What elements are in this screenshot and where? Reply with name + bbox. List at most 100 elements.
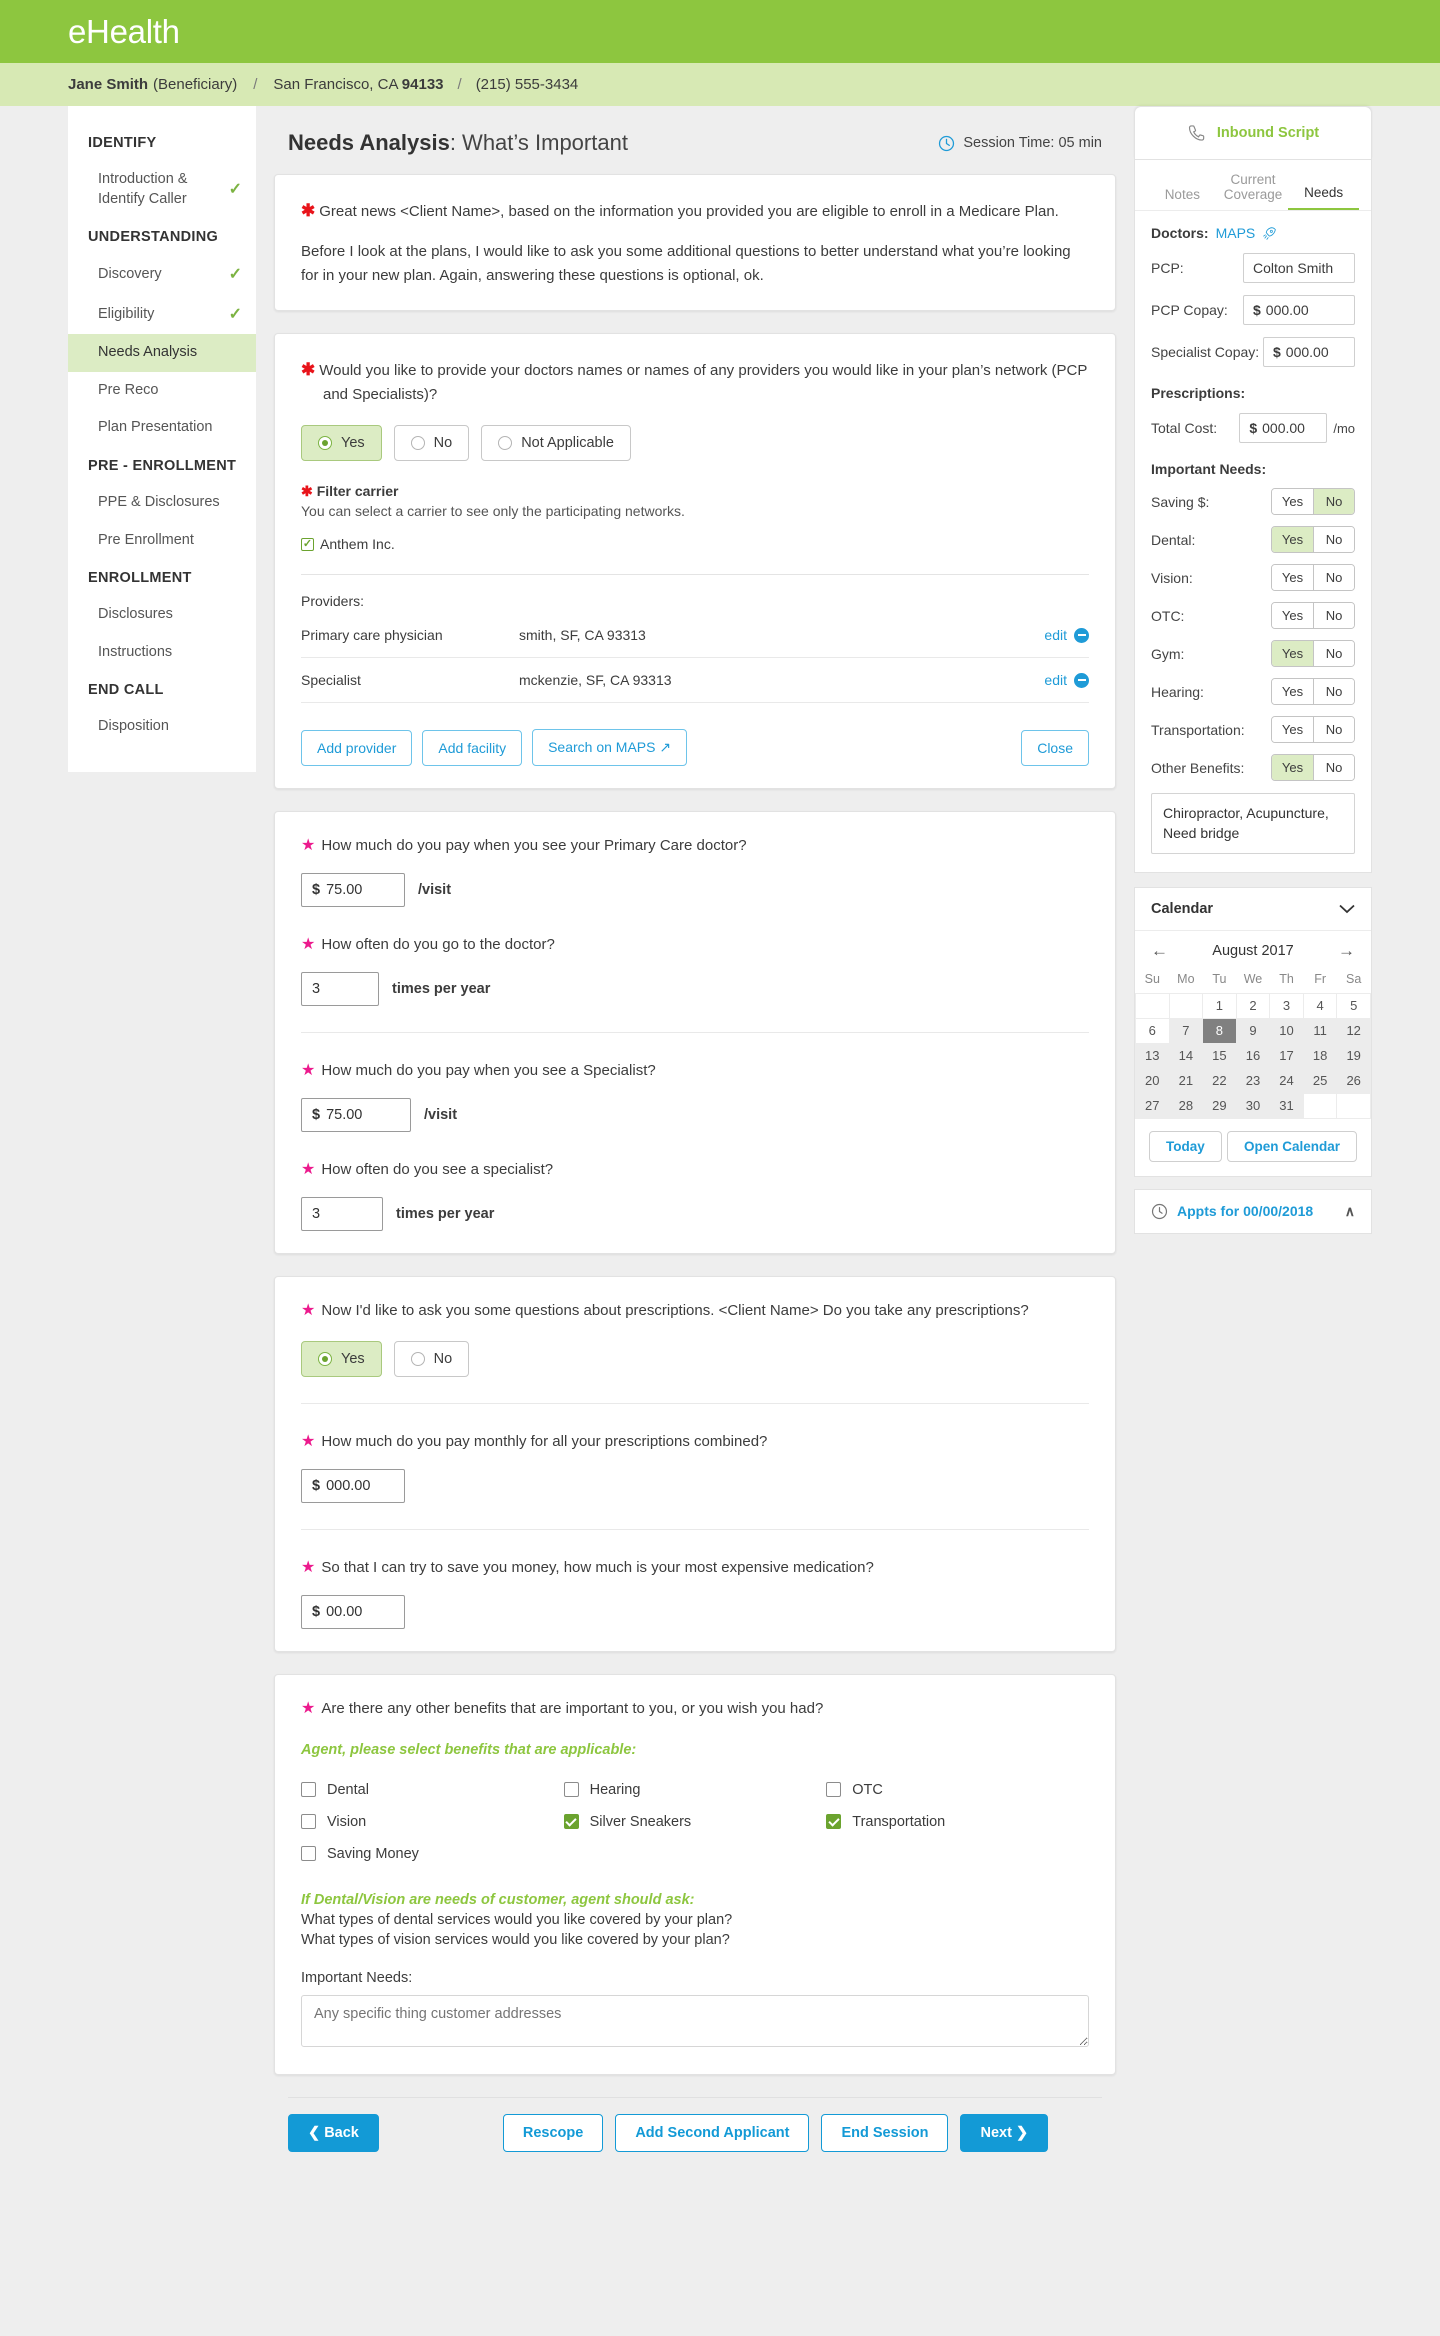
checkbox-vision[interactable]: Vision <box>301 1806 564 1838</box>
calendar-cell[interactable]: 29 <box>1202 1092 1237 1119</box>
calendar-cell[interactable]: 15 <box>1202 1042 1237 1069</box>
calendar-cell[interactable]: 16 <box>1235 1042 1271 1069</box>
prev-month-icon[interactable]: ← <box>1151 941 1168 961</box>
toggle-no[interactable]: No <box>1313 755 1354 780</box>
toggle-vision[interactable]: Yes No <box>1271 564 1355 591</box>
rescope-button[interactable]: Rescope <box>502 2113 604 2152</box>
other-benefits-input[interactable]: Chiropractor, Acupuncture, Need bridge <box>1151 793 1355 854</box>
calendar-cell[interactable]: 5 <box>1336 992 1371 1019</box>
edit-link[interactable]: edit <box>1044 672 1067 688</box>
toggle-other-benefits[interactable]: Yes No <box>1271 754 1355 781</box>
important-needs-input[interactable] <box>301 1994 1089 2047</box>
add-facility-button[interactable]: Add facility <box>422 729 523 766</box>
specialist-cost-input[interactable]: $75.00 <box>301 1097 411 1132</box>
toggle-no[interactable]: No <box>1313 527 1354 552</box>
toggle-yes[interactable]: Yes <box>1272 603 1313 628</box>
rx-expensive-input[interactable]: $00.00 <box>301 1594 405 1629</box>
toggle-otc[interactable]: Yes No <box>1271 602 1355 629</box>
back-button[interactable]: ❮ Back <box>288 2113 379 2152</box>
close-button[interactable]: Close <box>1021 729 1089 766</box>
checkbox-silver-sneakers[interactable]: Silver Sneakers <box>563 1806 827 1838</box>
calendar-cell[interactable]: 17 <box>1269 1042 1304 1069</box>
provider-actions[interactable]: edit <box>1044 627 1089 643</box>
checkbox-saving-money[interactable]: Saving Money <box>301 1838 564 1870</box>
calendar-cell[interactable]: 3 <box>1269 992 1304 1019</box>
chevron-up-icon[interactable]: ∧ <box>1345 1203 1355 1220</box>
calendar-cell[interactable]: 21 <box>1168 1067 1204 1094</box>
checkbox-hearing[interactable]: Hearing <box>563 1774 827 1806</box>
toggle-no[interactable]: No <box>1313 603 1354 628</box>
calendar-cell[interactable]: 4 <box>1302 992 1338 1019</box>
end-session-button[interactable]: End Session <box>821 2113 949 2152</box>
inbound-script-tab[interactable]: Inbound Script <box>1134 106 1372 159</box>
edit-link[interactable]: edit <box>1044 627 1067 643</box>
calendar-cell[interactable]: 7 <box>1168 1017 1204 1044</box>
maps-link[interactable]: MAPS <box>1216 225 1256 241</box>
remove-icon[interactable] <box>1074 672 1089 688</box>
calendar-cell[interactable]: 28 <box>1168 1092 1204 1119</box>
calendar-cell[interactable]: 20 <box>1135 1067 1170 1094</box>
tab-current-coverage[interactable]: Current Coverage <box>1218 172 1289 210</box>
calendar-cell[interactable]: 11 <box>1302 1017 1338 1044</box>
specialist-copay-input[interactable]: $000.00 <box>1263 337 1355 367</box>
calendar-cell[interactable]: 22 <box>1202 1067 1237 1094</box>
sidebar-item-instructions[interactable]: Instructions <box>68 634 256 672</box>
calendar-cell[interactable]: 26 <box>1336 1067 1371 1094</box>
calendar-cell[interactable]: 2 <box>1235 992 1271 1019</box>
calendar-cell[interactable]: 27 <box>1135 1092 1170 1119</box>
sidebar-item-introduction-identify-caller[interactable]: Introduction & Identify Caller ✓ <box>68 161 256 218</box>
calendar-cell[interactable]: 18 <box>1302 1042 1338 1069</box>
calendar-cell[interactable]: 19 <box>1336 1042 1371 1069</box>
toggle-no[interactable]: No <box>1313 565 1354 590</box>
calendar-cell[interactable]: 25 <box>1302 1067 1338 1094</box>
toggle-yes[interactable]: Yes <box>1272 717 1313 742</box>
today-button[interactable]: Today <box>1149 1130 1222 1162</box>
pcp-copay-input[interactable]: $000.00 <box>1243 295 1355 325</box>
toggle-yes[interactable]: Yes <box>1272 489 1313 514</box>
tab-notes[interactable]: Notes <box>1147 187 1218 210</box>
chevron-down-icon[interactable] <box>1339 904 1355 914</box>
toggle-no[interactable]: No <box>1313 641 1354 666</box>
calendar-header[interactable]: Calendar <box>1135 888 1371 931</box>
open-calendar-button[interactable]: Open Calendar <box>1226 1130 1357 1162</box>
calendar-cell-today[interactable]: 8 <box>1202 1017 1237 1044</box>
toggle-transportation[interactable]: Yes No <box>1271 716 1355 743</box>
toggle-yes[interactable]: Yes <box>1272 679 1313 704</box>
tab-needs[interactable]: Needs <box>1288 185 1360 210</box>
calendar-cell[interactable]: 10 <box>1269 1017 1304 1044</box>
sidebar-item-ppe-disclosures[interactable]: PPE & Disclosures <box>68 484 256 522</box>
next-button[interactable]: Next ❯ <box>960 2113 1049 2152</box>
toggle-no[interactable]: No <box>1313 717 1354 742</box>
checkbox-otc[interactable]: OTC <box>826 1774 1089 1806</box>
checkbox-transportation[interactable]: Transportation <box>826 1806 1089 1838</box>
add-second-applicant-button[interactable]: Add Second Applicant <box>615 2113 810 2152</box>
sidebar-item-eligibility[interactable]: Eligibility ✓ <box>68 295 256 335</box>
calendar-cell[interactable]: 31 <box>1269 1092 1304 1119</box>
pcp-frequency-input[interactable]: 3 <box>301 971 379 1006</box>
sidebar-item-plan-presentation[interactable]: Plan Presentation <box>68 409 256 447</box>
next-month-icon[interactable]: → <box>1338 941 1355 961</box>
provider-actions[interactable]: edit <box>1044 672 1089 688</box>
checkbox-dental[interactable]: Dental <box>301 1774 564 1806</box>
toggle-yes[interactable]: Yes <box>1272 641 1313 666</box>
carrier-checkbox-anthem[interactable]: ✓ Anthem Inc. <box>301 536 1089 552</box>
appointments-header[interactable]: Appts for 00/00/2018 ∧ <box>1134 1188 1372 1234</box>
toggle-gym[interactable]: Yes No <box>1271 640 1355 667</box>
calendar-cell[interactable]: 12 <box>1336 1017 1371 1044</box>
calendar-cell[interactable]: 1 <box>1202 992 1237 1019</box>
calendar-cell[interactable]: 30 <box>1235 1092 1271 1119</box>
toggle-dental[interactable]: Yes No <box>1271 526 1355 553</box>
calendar-cell[interactable]: 13 <box>1135 1042 1170 1069</box>
toggle-no[interactable]: No <box>1313 489 1354 514</box>
add-provider-button[interactable]: Add provider <box>301 729 413 766</box>
calendar-cell[interactable]: 24 <box>1269 1067 1304 1094</box>
calendar-cell[interactable]: 9 <box>1235 1017 1271 1044</box>
sidebar-item-needs-analysis[interactable]: Needs Analysis <box>68 334 256 372</box>
rx-monthly-input[interactable]: $000.00 <box>301 1469 405 1504</box>
rx-radio-no[interactable]: No <box>393 1341 470 1378</box>
total-cost-input[interactable]: $000.00 <box>1239 413 1328 443</box>
sidebar-item-disposition[interactable]: Disposition <box>68 708 256 746</box>
sidebar-item-pre-enrollment[interactable]: Pre Enrollment <box>68 522 256 560</box>
search-on-maps-button[interactable]: Search on MAPS ↗ <box>532 729 688 767</box>
calendar-cell[interactable]: 14 <box>1168 1042 1204 1069</box>
